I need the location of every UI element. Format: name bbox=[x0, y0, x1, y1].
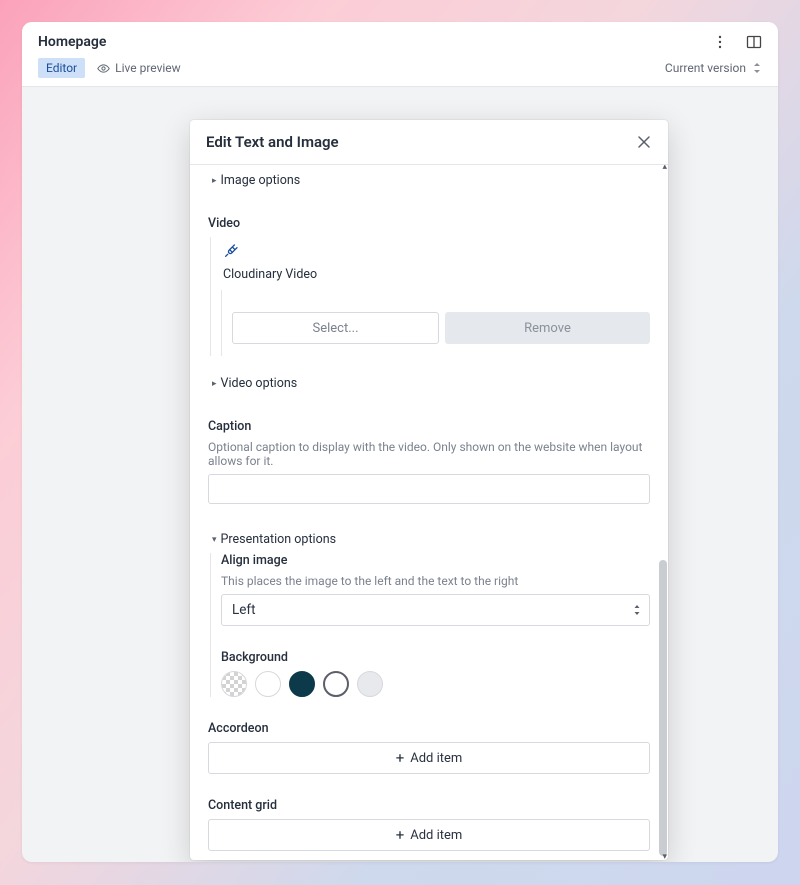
app-frame: Homepage Editor bbox=[22, 22, 778, 862]
caption-input[interactable] bbox=[208, 474, 650, 504]
chevron-right-icon: ▸ bbox=[212, 379, 217, 389]
swatch-dark[interactable] bbox=[289, 671, 315, 697]
page-title: Homepage bbox=[38, 34, 710, 50]
add-item-label: Add item bbox=[410, 751, 462, 766]
image-options-expander[interactable]: ▸ Image options bbox=[208, 173, 650, 188]
split-panel-icon bbox=[746, 34, 762, 50]
align-image-select[interactable]: Left bbox=[221, 594, 650, 626]
background-swatches bbox=[221, 671, 650, 697]
swatch-outlined[interactable] bbox=[323, 671, 349, 697]
tab-live-preview-label: Live preview bbox=[115, 61, 181, 75]
split-view-button[interactable] bbox=[744, 32, 764, 52]
more-menu-button[interactable] bbox=[710, 32, 730, 52]
caption-hint: Optional caption to display with the vid… bbox=[208, 440, 650, 468]
align-image-hint: This places the image to the left and th… bbox=[221, 574, 650, 588]
swatch-white[interactable] bbox=[255, 671, 281, 697]
content-grid-add-item-button[interactable]: + Add item bbox=[208, 819, 650, 851]
version-selector[interactable]: Current version bbox=[665, 61, 762, 75]
image-options-label: Image options bbox=[221, 173, 301, 188]
presentation-options-expander[interactable]: ▾ Presentation options bbox=[208, 532, 650, 547]
sort-icon bbox=[752, 61, 762, 75]
select-video-button[interactable]: Select... bbox=[232, 312, 439, 344]
content-grid-label: Content grid bbox=[208, 798, 650, 813]
accordeon-add-item-button[interactable]: + Add item bbox=[208, 742, 650, 774]
sort-icon bbox=[633, 604, 641, 616]
cloudinary-video-label: Cloudinary Video bbox=[221, 263, 650, 290]
align-image-label: Align image bbox=[221, 553, 650, 568]
edit-dialog: Edit Text and Image ▴ ▸ Image options Vi… bbox=[190, 120, 668, 860]
version-label: Current version bbox=[665, 61, 746, 75]
add-item-label: Add item bbox=[410, 828, 462, 843]
presentation-options-label: Presentation options bbox=[221, 532, 337, 547]
dialog-title: Edit Text and Image bbox=[206, 133, 634, 151]
tab-live-preview[interactable]: Live preview bbox=[89, 58, 189, 78]
background-label: Background bbox=[221, 650, 650, 665]
video-section-label: Video bbox=[208, 216, 650, 231]
video-options-label: Video options bbox=[221, 376, 298, 391]
accordeon-label: Accordeon bbox=[208, 721, 650, 736]
plug-icon bbox=[223, 243, 650, 259]
eye-icon bbox=[97, 62, 110, 75]
swatch-transparent[interactable] bbox=[221, 671, 247, 697]
more-vertical-icon bbox=[712, 34, 728, 50]
plus-icon: + bbox=[396, 828, 405, 843]
dialog-close-button[interactable] bbox=[634, 132, 654, 152]
header: Homepage Editor bbox=[22, 22, 778, 87]
remove-video-button[interactable]: Remove bbox=[445, 312, 650, 344]
video-options-expander[interactable]: ▸ Video options bbox=[208, 376, 650, 391]
video-block: Cloudinary Video Select... Remove bbox=[210, 237, 650, 356]
chevron-down-icon: ▾ bbox=[212, 535, 217, 545]
tab-editor[interactable]: Editor bbox=[38, 58, 85, 78]
close-icon bbox=[637, 135, 651, 149]
plus-icon: + bbox=[396, 751, 405, 766]
scrollbar-track[interactable] bbox=[659, 165, 667, 860]
swatch-light[interactable] bbox=[357, 671, 383, 697]
caption-label: Caption bbox=[208, 419, 650, 434]
align-image-value: Left bbox=[232, 602, 256, 618]
chevron-right-icon: ▸ bbox=[212, 176, 217, 186]
scroll-down-arrow-icon[interactable]: ▾ bbox=[662, 853, 667, 860]
scrollbar-thumb[interactable] bbox=[659, 560, 667, 856]
